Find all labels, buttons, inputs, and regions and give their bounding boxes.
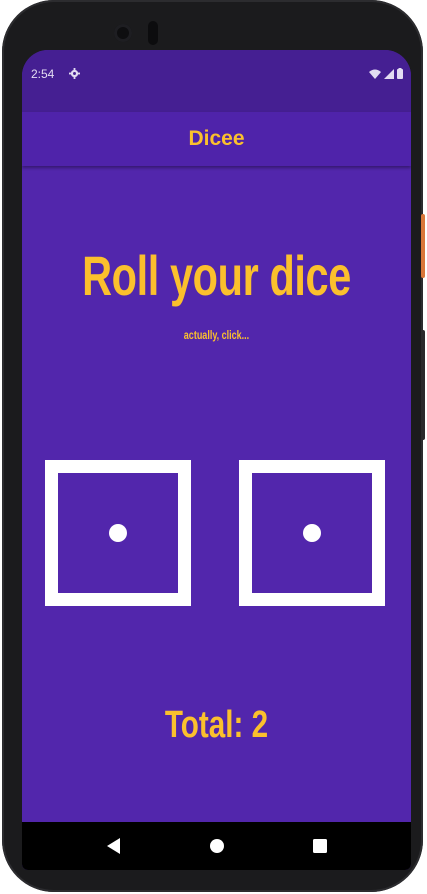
die-pip: [109, 524, 127, 542]
page-heading: Roll your dice: [82, 244, 351, 307]
volume-button: [421, 330, 425, 440]
status-time: 2:54: [31, 67, 55, 81]
die-pip: [303, 524, 321, 542]
battery-icon: [397, 68, 403, 79]
settings-icon: [69, 68, 80, 79]
page-subheading: actually, click...: [183, 328, 250, 342]
app-screen: 2:54 Dicee Roll your dice actually, clic…: [22, 50, 411, 870]
front-camera: [114, 24, 132, 42]
total-label: Total: 2: [164, 704, 269, 746]
recents-icon: [312, 839, 327, 853]
back-icon: [106, 838, 120, 854]
wifi-icon: [369, 69, 381, 79]
signal-icon: [384, 68, 394, 79]
navigation-bar: [22, 822, 411, 870]
earpiece-speaker: [148, 21, 158, 45]
phone-frame: 2:54 Dicee Roll your dice actually, clic…: [2, 0, 425, 892]
right-die-button[interactable]: [239, 460, 385, 606]
recents-button[interactable]: [310, 836, 330, 856]
app-title: Dicee: [188, 127, 245, 150]
app-bar: Dicee: [22, 112, 411, 166]
back-button[interactable]: [104, 836, 124, 856]
home-icon: [209, 839, 224, 853]
home-button[interactable]: [207, 836, 227, 856]
power-button: [421, 214, 425, 278]
left-die-button[interactable]: [45, 460, 191, 606]
status-bar: 2:54: [22, 50, 411, 112]
